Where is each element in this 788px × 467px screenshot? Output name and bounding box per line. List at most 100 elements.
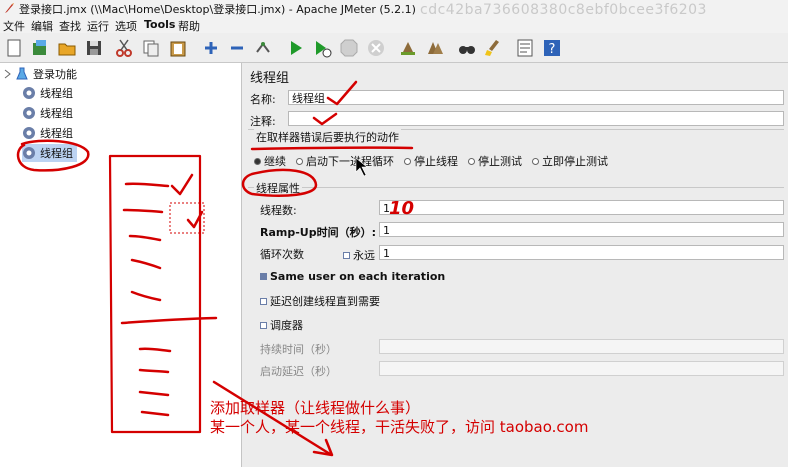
collapse-icon[interactable] (226, 37, 248, 59)
menu-search[interactable]: 查找 (59, 18, 81, 34)
flask-icon (16, 67, 28, 80)
tree-item-label: 线程组 (40, 87, 73, 100)
rampup-input[interactable]: 1 (379, 222, 784, 237)
toggle-icon[interactable] (252, 37, 274, 59)
title-bar: 登录接口.jmx (\\Mac\Home\Desktop\登录接口.jmx) -… (0, 0, 788, 18)
threads-label: 线程数: (260, 204, 297, 217)
tree-root-label: 登录功能 (33, 68, 77, 81)
new-icon[interactable] (3, 37, 25, 59)
radio-stop-test-now[interactable]: 立即停止测试 (532, 153, 608, 169)
radio-stop-thread-label: 停止线程 (414, 155, 458, 168)
forever-checkbox-label: 永远 (353, 249, 375, 262)
help-icon[interactable]: ? (541, 37, 563, 59)
radio-dot[interactable] (532, 157, 539, 165)
forever-checkbox-box[interactable] (343, 251, 350, 259)
same-user-label: Same user on each iteration (270, 270, 446, 283)
menu-bar: 文件 编辑 查找 运行 选项 Tools 帮助 (0, 17, 788, 33)
cut-icon[interactable] (113, 37, 135, 59)
radio-stop-test-now-label: 立即停止测试 (542, 155, 608, 168)
forever-checkbox[interactable]: 永远 (343, 247, 375, 263)
search-icon[interactable] (456, 37, 478, 59)
tree-item-label: 线程组 (40, 127, 73, 140)
annotation-caption: 添加取样器（让线程做什么事） 某一个人，某一个线程，干活失败了，访问 taoba… (210, 399, 588, 437)
reset-search-icon[interactable] (482, 37, 504, 59)
test-plan-tree: 登录功能 线程组 线程组 线程组 线程组 (0, 63, 242, 467)
same-user-checkbox[interactable]: Same user on each iteration (260, 270, 445, 283)
thread-group-gear-icon (23, 147, 35, 159)
stop-icon[interactable] (338, 37, 360, 59)
watermark-text: cdc42ba736608380c8ebf0bcee3f6203 (420, 2, 707, 18)
radio-start-next-loop-label: 启动下一进程循环 (306, 155, 394, 168)
delay-thread-creation-checkbox[interactable]: 延迟创建线程直到需要 (260, 293, 380, 309)
jmeter-feather-icon (5, 3, 14, 13)
window-title: 登录接口.jmx (\\Mac\Home\Desktop\登录接口.jmx) -… (19, 3, 416, 16)
thread-group-gear-icon (23, 127, 35, 139)
start-no-timers-icon[interactable] (311, 37, 333, 59)
radio-dot[interactable] (296, 157, 303, 165)
shutdown-icon[interactable] (365, 37, 387, 59)
error-action-group: 继续 启动下一进程循环 停止线程 停止测试 立即停止测试 (254, 153, 608, 169)
scheduler-label: 调度器 (270, 319, 303, 332)
startup-delay-input[interactable] (379, 361, 784, 376)
paste-icon[interactable] (167, 37, 189, 59)
duration-input[interactable] (379, 339, 784, 354)
templates-icon[interactable] (29, 37, 51, 59)
toolbar: ? (0, 33, 788, 63)
radio-continue-label: 继续 (264, 155, 286, 168)
function-helper-icon[interactable] (514, 37, 536, 59)
panel-title: 线程组 (250, 71, 290, 86)
tree-item-thread-group-2[interactable]: 线程组 (22, 104, 73, 122)
svg-text:?: ? (549, 42, 556, 57)
same-user-checkbox-box[interactable] (260, 273, 267, 280)
menu-run[interactable]: 运行 (87, 18, 109, 34)
expand-arrow-icon[interactable] (4, 69, 12, 79)
radio-start-next-loop[interactable]: 启动下一进程循环 (296, 153, 394, 169)
props-section-divider (248, 187, 784, 188)
radio-stop-thread[interactable]: 停止线程 (404, 153, 458, 169)
name-input[interactable]: 线程组 (288, 90, 784, 105)
tree-item-label: 线程组 (40, 107, 73, 120)
tree-item-thread-group-4-selected[interactable]: 线程组 (22, 144, 77, 162)
radio-dot[interactable] (468, 157, 475, 165)
tree-item-label: 线程组 (40, 147, 73, 160)
props-section-label: 线程属性 (254, 180, 302, 196)
open-icon[interactable] (56, 37, 78, 59)
clear-icon[interactable] (397, 37, 419, 59)
duration-label: 持续时间（秒） (260, 343, 337, 356)
menu-tools[interactable]: Tools (144, 18, 175, 31)
rampup-label: Ramp-Up时间（秒）: (260, 226, 376, 239)
radio-continue[interactable]: 继续 (254, 153, 286, 169)
startup-delay-label: 启动延迟（秒） (260, 365, 337, 378)
expand-icon[interactable] (200, 37, 222, 59)
start-icon[interactable] (285, 37, 307, 59)
copy-icon[interactable] (140, 37, 162, 59)
menu-help[interactable]: 帮助 (178, 18, 200, 34)
loop-label: 循环次数 (260, 248, 304, 261)
annotation-caption-line-1: 添加取样器（让线程做什么事） (210, 399, 421, 417)
error-section-label: 在取样器错误后要执行的动作 (254, 129, 401, 145)
menu-file[interactable]: 文件 (3, 18, 25, 34)
name-label: 名称: (250, 93, 276, 106)
save-icon[interactable] (83, 37, 105, 59)
menu-options[interactable]: 选项 (115, 18, 137, 34)
menu-edit[interactable]: 编辑 (31, 18, 53, 34)
comment-label: 注释: (250, 115, 276, 128)
tree-root-test-plan[interactable]: 登录功能 (4, 65, 77, 83)
radio-stop-test[interactable]: 停止测试 (468, 153, 522, 169)
annotation-caption-line-2: 某一个人，某一个线程，干活失败了，访问 taobao.com (210, 418, 589, 436)
radio-stop-test-label: 停止测试 (478, 155, 522, 168)
thread-group-gear-icon (23, 87, 35, 99)
radio-dot[interactable] (404, 157, 411, 165)
tree-item-thread-group-1[interactable]: 线程组 (22, 84, 73, 102)
tree-item-thread-group-3[interactable]: 线程组 (22, 124, 73, 142)
threads-input[interactable]: 1 (379, 200, 784, 215)
scheduler-checkbox-box[interactable] (260, 321, 267, 329)
comment-input[interactable] (288, 111, 784, 126)
delay-label: 延迟创建线程直到需要 (270, 295, 380, 308)
thread-group-gear-icon (23, 107, 35, 119)
loop-count-input[interactable]: 1 (379, 245, 784, 260)
clear-all-icon[interactable] (424, 37, 446, 59)
radio-dot-selected[interactable] (254, 157, 261, 165)
delay-checkbox-box[interactable] (260, 297, 267, 305)
scheduler-checkbox[interactable]: 调度器 (260, 317, 303, 333)
